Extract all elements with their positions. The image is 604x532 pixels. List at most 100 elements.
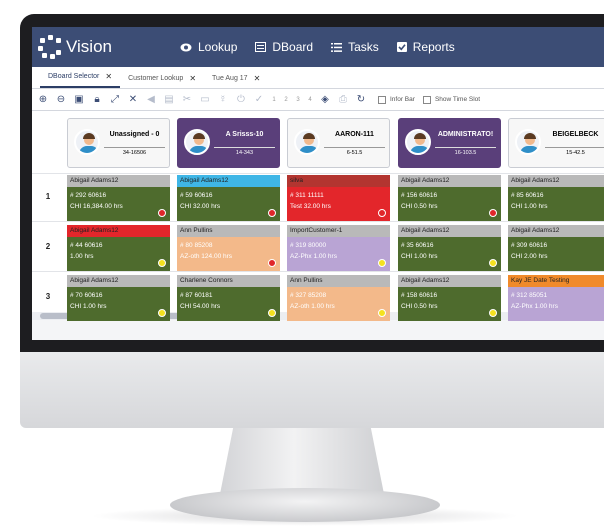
status-dot-icon [268, 259, 276, 267]
technician-header[interactable]: Unassigned - 0 34-16506 [67, 118, 170, 168]
avatar [405, 129, 431, 155]
job-card[interactable]: Abigail Adams12 # 156 60616 CHI 0.50 hrs [398, 175, 501, 221]
job-card[interactable]: Abigail Adams12 # 44 60616 1.00 hrs [67, 225, 170, 271]
close-icon[interactable]: ✕ [105, 72, 112, 81]
job-card[interactable]: Abigail Adams12 # 35 60616 CHI 1.00 hrs [398, 225, 501, 271]
status-dot-icon [378, 209, 386, 217]
page-4[interactable]: 4 [304, 97, 316, 103]
technician-header[interactable]: BEIGELBECK 15-42.5 [508, 118, 604, 168]
page-1[interactable]: 1 [268, 97, 280, 103]
job-card[interactable]: Abigail Adams12 # 309 60616 CHI 2.00 hrs [508, 225, 604, 271]
job-card[interactable]: ImportCustomer-1 # 319 80000 AZ-Phx 1.00 h… [287, 225, 390, 271]
page-2[interactable]: 2 [280, 97, 292, 103]
nav-label: Reports [412, 40, 455, 54]
job-customer: Abigail Adams12 [508, 225, 604, 237]
job-body: # 70 60616 CHI 1.00 hrs [67, 287, 170, 321]
infor-bar-checkbox[interactable]: Infor Bar [378, 95, 415, 104]
job-customer: Abigail Adams12 [398, 175, 501, 187]
status-dot-icon [268, 309, 276, 317]
job-card[interactable]: Abigail Adams12 # 70 60616 CHI 1.00 hrs [67, 275, 170, 321]
job-card[interactable]: Charlene Connors # 87 60181 CHI 54.00 hrs [177, 275, 280, 321]
technician-code: 14-343 [214, 147, 275, 156]
megaphone-icon[interactable]: ◀ [142, 91, 160, 109]
lock-icon[interactable]: 🔒︎ [88, 91, 106, 109]
row-divider [32, 221, 604, 222]
collapse-icon[interactable]: ✕ [124, 91, 142, 109]
board-icon [255, 42, 267, 52]
job-body: # 80 85208 AZ-oth 124.00 hrs [177, 237, 280, 271]
job-customer: Abigail Adams12 [398, 225, 501, 237]
nav-label: Tasks [348, 40, 379, 54]
job-body: # 292 60616 CHI 16,384.00 hrs [67, 187, 170, 221]
nav-lookup[interactable]: Lookup [180, 40, 237, 54]
zoom-out-icon[interactable]: ⊖ [52, 91, 70, 109]
job-card[interactable]: Kay JE Date Testing # 312 85051 AZ-Phx 1.0… [508, 275, 604, 321]
job-hours: CHI 0.50 hrs [401, 303, 438, 310]
refresh-icon[interactable]: ↻ [352, 91, 370, 109]
close-icon[interactable]: ✕ [254, 74, 261, 83]
nav-dboard[interactable]: DBoard [255, 40, 313, 54]
job-customer: Abigail Adams12 [67, 175, 170, 187]
paint-bucket-icon[interactable]: ◈ [316, 91, 334, 109]
walk-icon[interactable]: ☿ [214, 91, 232, 109]
nav-tasks[interactable]: Tasks [331, 40, 379, 54]
job-card[interactable]: Abigail Adams12 # 59 60616 CHI 32.00 hrs [177, 175, 280, 221]
job-customer: Ann Pullins [287, 275, 390, 287]
app-logo[interactable]: Vision [32, 35, 180, 59]
job-hours: CHI 1.00 hrs [70, 303, 107, 310]
status-dot-icon [158, 209, 166, 217]
job-number: # 80 85208 [180, 242, 213, 249]
job-customer: silva [287, 175, 390, 187]
job-number: # 309 60616 [511, 242, 548, 249]
job-number: # 35 60616 [401, 242, 434, 249]
checkmark-icon[interactable]: ✓ [250, 91, 268, 109]
job-hours: CHI 1.00 hrs [401, 253, 438, 260]
close-icon[interactable]: ✕ [189, 74, 196, 83]
job-body: # 312 85051 AZ-Phx 1.00 hrs [508, 287, 604, 321]
technician-name: AARON-111 [335, 131, 374, 138]
tab-label: Customer Lookup [128, 75, 184, 82]
zoom-in-icon[interactable]: ⊕ [34, 91, 52, 109]
print-icon[interactable]: ⎙ [334, 91, 352, 109]
technician-header[interactable]: ADMINISTRATO! 16-103.5 [398, 118, 501, 168]
avatar [294, 129, 320, 155]
tools-icon[interactable]: ✂ [178, 91, 196, 109]
car-icon[interactable]: ▭ [196, 91, 214, 109]
checkbox[interactable] [422, 95, 431, 104]
expand-icon[interactable]: ⤢ [106, 91, 124, 109]
job-card[interactable]: Abigail Adams12 # 158 60616 CHI 0.50 hrs [398, 275, 501, 321]
job-card[interactable]: Abigail Adams12 # 85 60616 CHI 1.00 hrs [508, 175, 604, 221]
tab-date[interactable]: Tue Aug 17 ✕ [204, 74, 268, 88]
job-number: # 311 11111 [290, 192, 324, 199]
status-dot-icon [378, 259, 386, 267]
technician-header[interactable]: A Srisss-10 14-343 [177, 118, 280, 168]
app-screen: Vision Lookup DBoard Tasks Reports DBoar… [32, 27, 604, 340]
show-time-slot-checkbox[interactable]: Show Time Slot [422, 95, 480, 104]
job-card[interactable]: silva # 311 11111 Test 32.00 hrs [287, 175, 390, 221]
tab-dboard-selector[interactable]: DBoard Selector ✕ [40, 72, 121, 88]
panel-icon[interactable]: ▤ [160, 91, 178, 109]
status-dot-icon [158, 259, 166, 267]
technician-code: 16-103.5 [435, 147, 496, 156]
nav-label: Lookup [198, 40, 238, 54]
page-3[interactable]: 3 [292, 97, 304, 103]
tab-customer-lookup[interactable]: Customer Lookup ✕ [120, 74, 204, 88]
status-dot-icon [158, 309, 166, 317]
job-hours: CHI 0.50 hrs [401, 203, 438, 210]
job-customer: Abigail Adams12 [398, 275, 501, 287]
nav-reports[interactable]: Reports [396, 40, 455, 54]
screen-icon[interactable]: ▣ [70, 91, 88, 109]
row-number: 2 [45, 242, 51, 251]
row-number: 1 [45, 192, 51, 201]
eye-icon [180, 43, 192, 51]
job-card[interactable]: Abigail Adams12 # 292 60616 CHI 16,384.00 … [67, 175, 170, 221]
technician-header[interactable]: AARON-111 6-51.5 [287, 118, 390, 168]
power-icon[interactable]: ⏻ [232, 91, 250, 109]
status-dot-icon [378, 309, 386, 317]
job-card[interactable]: Ann Pullins # 80 85208 AZ-oth 124.00 hrs [177, 225, 280, 271]
checkbox[interactable] [378, 95, 386, 104]
job-body: # 319 80000 AZ-Phx 1.00 hrs [287, 237, 390, 271]
job-number: # 87 60181 [180, 292, 213, 299]
avatar [184, 129, 210, 155]
job-card[interactable]: Ann Pullins # 327 85208 AZ-oth 1.00 hrs [287, 275, 390, 321]
